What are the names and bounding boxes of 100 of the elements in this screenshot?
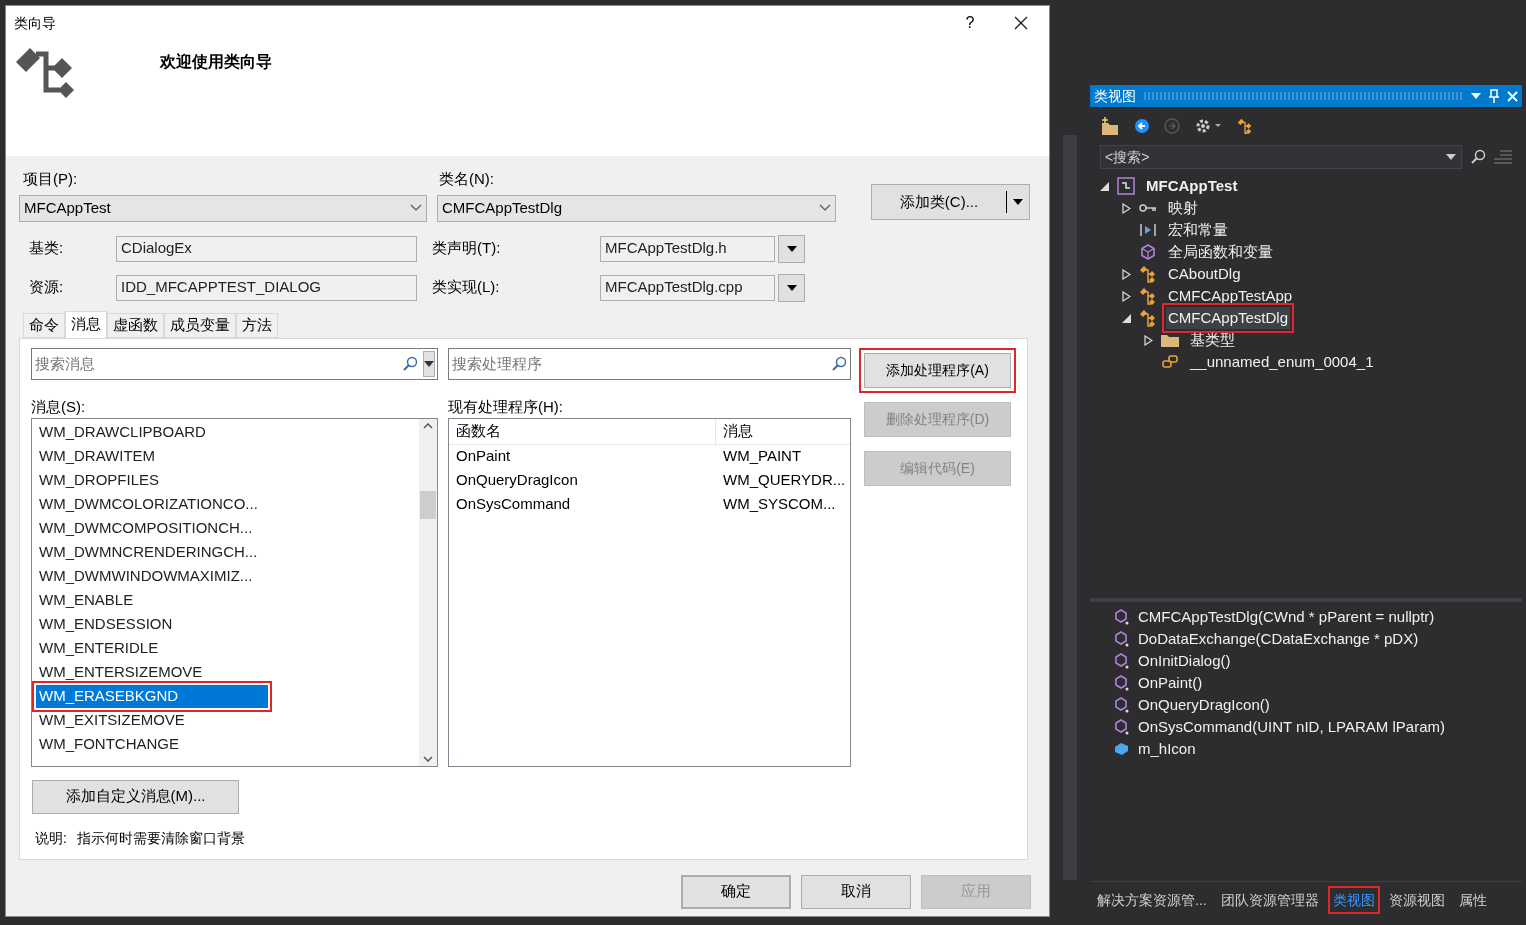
search-icon [402,355,418,372]
scrollbar[interactable] [419,418,437,766]
member-item[interactable]: CMFCAppTestDlg(CWnd * pParent = nullptr) [1138,605,1435,629]
tree-item[interactable]: CAboutDlg [1166,262,1243,286]
scroll-thumb[interactable] [420,490,436,519]
message-item[interactable]: WM_DWMWINDOWMAXIMIZ... [36,565,268,588]
tab[interactable]: 消息 [65,310,107,339]
message-item[interactable]: WM_DWMCOMPOSITIONCH... [36,517,268,540]
resource-field[interactable]: IDD_MFCAPPTEST_DIALOG [116,274,417,301]
collapsed-arrow-icon[interactable] [1121,268,1131,280]
member-item[interactable]: OnSysCommand(UINT nID, LPARAM lParam) [1138,715,1446,739]
project-dropdown[interactable]: MFCAppTest [19,194,427,222]
table-cell-text: WM_SYSCOM... [722,494,837,515]
back-icon[interactable] [1134,118,1150,134]
close-icon[interactable] [1507,90,1518,102]
dropdown-button[interactable] [423,350,435,377]
tab[interactable]: 方法 [236,312,278,338]
help-button[interactable]: ? [947,6,993,40]
field-label: 资源: [28,277,65,298]
column-header[interactable]: 函数名 [449,418,716,444]
close-icon [1014,16,1028,30]
tab[interactable]: 虚函数 [107,312,164,338]
enum-icon [1162,355,1178,369]
message-search-field[interactable]: 搜索消息 [31,347,438,380]
message-item[interactable]: WM_DRAWITEM [36,445,268,468]
tree-item[interactable]: 映射 [1166,196,1200,220]
member-item[interactable]: m_hIcon [1138,737,1196,761]
field-label: 类声明(T): [432,238,502,259]
source-file-field[interactable]: MFCAppTestDlg.cpp [600,274,775,301]
message-item[interactable]: WM_DWMCOLORIZATIONCO... [36,493,268,516]
caret-down-icon [1013,199,1023,205]
field-label: 类名(N): [438,169,495,189]
message-item[interactable]: WM_DRAWCLIPBOARD [36,421,268,444]
message-item[interactable]: WM_ENTERIDLE [36,637,268,660]
message-item[interactable]: WM_DROPFILES [36,469,268,492]
class-icon [1138,264,1158,284]
column-header[interactable]: 消息 [716,418,850,444]
method-icon [1114,609,1130,625]
dropdown-button[interactable] [778,273,805,302]
add-custom-message-button[interactable]: 添加自定义消息(M)... [32,779,239,814]
chevron-down-icon [410,204,422,212]
message-item[interactable]: WM_EXITSIZEMOVE [36,709,268,732]
collapsed-arrow-icon[interactable] [1143,334,1153,346]
member-item[interactable]: OnQueryDragIcon() [1138,693,1270,717]
tree-item[interactable]: 全局函数和变量 [1166,240,1275,264]
cube-icon [1140,244,1156,260]
method-icon [1114,653,1130,669]
header-file-field[interactable]: MFCAppTestDlg.h [600,235,775,262]
panel-tab[interactable]: 类视图 [1331,889,1376,910]
class-search-field[interactable]: <搜索> [1100,145,1462,169]
class-name-dropdown[interactable]: CMFCAppTestDlg [437,194,836,222]
base-class-field[interactable]: CDialogEx [116,235,417,262]
tree-item[interactable]: __unnamed_enum_0004_1 [1188,350,1376,374]
message-item[interactable]: WM_ENTERSIZEMOVE [36,661,268,684]
wizard-heading: 欢迎使用类向导 [160,52,272,72]
tab[interactable]: 命令 [23,312,65,338]
caret-down-icon [786,284,797,291]
add-class-button[interactable]: 添加类(C)... [871,184,1030,220]
tree-item[interactable]: 基类型 [1188,328,1237,352]
message-item[interactable]: WM_ENABLE [36,589,268,612]
panel-tab[interactable]: 解决方案资源管... [1096,889,1208,910]
new-folder-icon[interactable] [1100,117,1120,135]
tab[interactable]: 成员变量 [164,312,236,338]
tree-item[interactable]: 宏和常量 [1166,218,1230,242]
panel-tab[interactable]: 资源视图 [1387,889,1446,910]
title-bar-grip[interactable] [1144,92,1463,100]
search-icon [1470,149,1486,165]
handler-search-field[interactable]: 搜索处理程序 [448,347,851,380]
handler-button[interactable]: 添加处理程序(A) [864,352,1011,388]
tree-item[interactable]: CMFCAppTestApp [1166,284,1295,308]
key-icon [1139,203,1157,213]
field-label: 类实现(L): [432,277,501,298]
caret-down-icon[interactable] [1471,93,1481,99]
member-item[interactable]: DoDataExchange(CDataExchange * pDX) [1138,627,1419,651]
member-item[interactable]: OnInitDialog() [1138,649,1231,673]
message-item[interactable]: WM_ERASEBKGND [36,685,268,708]
caret-down-icon [424,360,434,367]
member-item[interactable]: OnPaint() [1138,671,1203,695]
list-label: 现有处理程序(H): [448,396,564,417]
tree-item[interactable]: CMFCAppTestDlg [1166,306,1291,330]
search-icon [831,355,847,372]
tree-item[interactable]: MFCAppTest [1144,174,1240,198]
collapsed-arrow-icon[interactable] [1121,290,1131,302]
message-item[interactable]: WM_DWMNCRENDERINGCH... [36,541,268,564]
panel-tab[interactable]: 属性 [1457,889,1488,910]
caret-down-icon [786,245,797,252]
message-item[interactable]: WM_ENDSESSION [36,613,268,636]
expanded-arrow-icon[interactable] [1099,181,1109,191]
folder-icon [1161,333,1179,347]
dialog-button[interactable]: 确定 [681,874,791,909]
dialog-button[interactable]: 取消 [801,874,911,909]
table-cell-text: OnQueryDragIcon [455,470,579,491]
collapsed-arrow-icon[interactable] [1121,202,1131,214]
pin-icon[interactable] [1489,89,1499,103]
settings-icon[interactable] [1194,117,1222,135]
dropdown-button[interactable] [778,234,805,263]
panel-tab[interactable]: 团队资源管理器 [1219,889,1320,910]
expanded-arrow-icon[interactable] [1121,313,1131,323]
message-item[interactable]: WM_FONTCHANGE [36,733,268,756]
field-label: 基类: [28,238,65,259]
